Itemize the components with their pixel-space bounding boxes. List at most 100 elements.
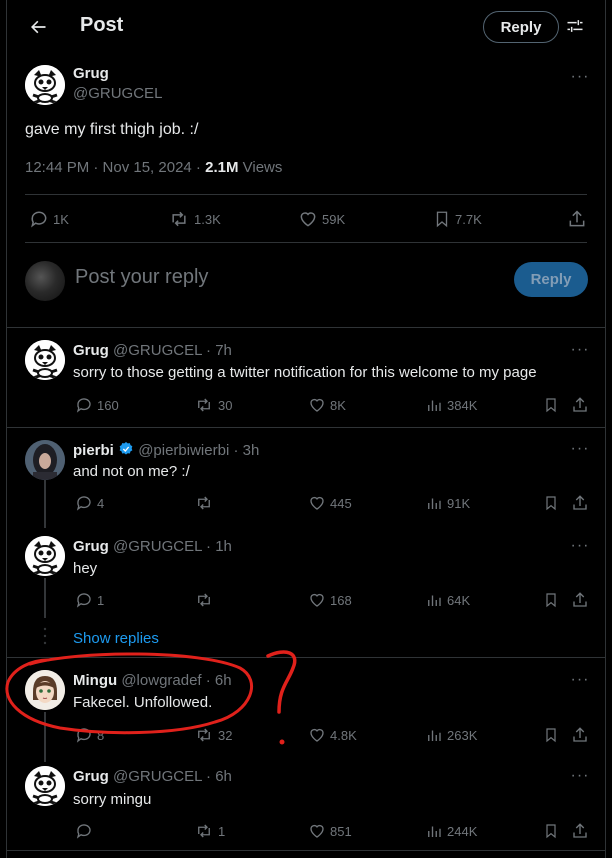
post-timestamp[interactable]: 12:44 PM · Nov 15, 2024 · xyxy=(25,159,205,176)
avatar[interactable] xyxy=(25,766,65,806)
author-name[interactable]: pierbi xyxy=(73,442,114,459)
views-action[interactable]: 384K xyxy=(425,396,477,414)
page-title: Post xyxy=(80,14,124,36)
author-meta: @GRUGCEL · 1h xyxy=(113,538,232,555)
reply-text: sorry to those getting a twitter notific… xyxy=(73,364,537,381)
thread-line xyxy=(44,578,46,618)
like-action[interactable]: 59K xyxy=(298,209,345,229)
bookmark-icon[interactable] xyxy=(543,591,559,609)
author-name[interactable]: Mingu xyxy=(73,672,117,689)
more-options-icon[interactable]: ··· xyxy=(570,538,590,560)
reply-header: Mingu @lowgradef · 6h xyxy=(73,672,232,689)
reply-header: Grug @GRUGCEL · 7h xyxy=(73,342,232,359)
avatar[interactable] xyxy=(25,65,65,105)
reply-action[interactable]: 4 xyxy=(75,494,104,512)
reply-text: and not on me? :/ xyxy=(73,463,190,480)
like-action[interactable]: 445 xyxy=(308,494,352,512)
share-icon[interactable] xyxy=(571,396,589,414)
bookmark-icon[interactable] xyxy=(543,494,559,512)
author-meta: @lowgradef · 6h xyxy=(121,672,232,689)
timeline-column: Post Reply Grug @GRUGCEL ··· gave my fir… xyxy=(6,0,606,858)
back-arrow-icon[interactable] xyxy=(25,14,51,40)
verified-badge-icon xyxy=(119,442,133,455)
thread-line xyxy=(44,480,46,528)
thread-dots xyxy=(43,627,47,645)
views-action[interactable]: 263K xyxy=(425,726,477,744)
repost-action[interactable]: 1 xyxy=(194,822,225,840)
reply-text: hey xyxy=(73,560,98,577)
heart-icon xyxy=(300,212,316,227)
reply-item[interactable]: pierbi @pierbiwierbi · 3h ··· and not on… xyxy=(7,428,605,524)
like-action[interactable]: 851 xyxy=(308,822,352,840)
reply-item[interactable]: Mingu @lowgradef · 6h ··· Fakecel. Unfol… xyxy=(7,658,605,754)
share-icon[interactable] xyxy=(571,822,589,840)
reply-composer-input[interactable]: Post your reply xyxy=(75,266,208,289)
share-icon[interactable] xyxy=(571,494,589,512)
repost-action[interactable] xyxy=(194,591,214,609)
views-count: 2.1M xyxy=(205,159,239,176)
author-handle[interactable]: @GRUGCEL xyxy=(73,85,162,102)
composer-avatar[interactable] xyxy=(25,261,65,301)
more-options-icon[interactable]: ··· xyxy=(570,342,590,364)
repost-icon xyxy=(172,211,186,227)
divider xyxy=(25,194,587,195)
post-text: gave my first thigh job. :/ xyxy=(25,121,199,138)
reply-text: sorry mingu xyxy=(73,791,152,808)
author-meta: @GRUGCEL · 7h xyxy=(113,342,232,359)
repost-action[interactable]: 1.3K xyxy=(168,209,221,229)
share-icon[interactable] xyxy=(567,209,587,229)
avatar[interactable] xyxy=(25,536,65,576)
author-name[interactable]: Grug xyxy=(73,65,109,82)
reply-action[interactable]: 8 xyxy=(75,726,104,744)
show-replies-link[interactable]: Show replies xyxy=(73,630,159,647)
repost-action[interactable]: 30 xyxy=(194,396,232,414)
reply-item[interactable]: Grug @GRUGCEL · 6h ··· sorry mingu 1 851… xyxy=(7,754,605,850)
author-meta: @pierbiwierbi · 3h xyxy=(138,442,260,459)
author-meta: @GRUGCEL · 6h xyxy=(113,768,232,785)
like-action[interactable]: 4.8K xyxy=(308,726,357,744)
avatar[interactable] xyxy=(25,440,65,480)
reply-header: pierbi @pierbiwierbi · 3h xyxy=(73,441,259,459)
reply-item[interactable]: Grug @GRUGCEL · 1h ··· hey 1 168 64K xyxy=(7,524,605,618)
reply-item[interactable]: Grug @GRUGCEL · 7h ··· sorry to those ge… xyxy=(7,328,605,427)
share-icon[interactable] xyxy=(571,726,589,744)
share-icon[interactable] xyxy=(571,591,589,609)
bookmark-icon[interactable] xyxy=(543,396,559,414)
author-name[interactable]: Grug xyxy=(73,342,109,359)
avatar[interactable] xyxy=(25,670,65,710)
reply-header: Grug @GRUGCEL · 1h xyxy=(73,538,232,555)
more-options-icon[interactable]: ··· xyxy=(570,768,590,790)
reply-header: Grug @GRUGCEL · 6h xyxy=(73,768,232,785)
reply-action[interactable]: 1K xyxy=(29,209,69,229)
page-header: Post Reply xyxy=(7,0,605,53)
adjust-settings-icon[interactable] xyxy=(563,14,587,38)
more-options-icon[interactable]: ··· xyxy=(570,69,590,91)
header-reply-button[interactable]: Reply xyxy=(483,11,559,43)
reply-action[interactable] xyxy=(75,822,93,840)
more-options-icon[interactable]: ··· xyxy=(570,441,590,463)
bookmark-action[interactable]: 7.7K xyxy=(433,209,482,229)
reply-action[interactable]: 160 xyxy=(75,396,119,414)
composer-reply-button[interactable]: Reply xyxy=(514,262,588,297)
views-action[interactable]: 244K xyxy=(425,822,477,840)
author-name[interactable]: Grug xyxy=(73,768,109,785)
divider xyxy=(25,242,587,243)
repost-action[interactable] xyxy=(194,494,214,512)
avatar[interactable] xyxy=(25,340,65,380)
reply-text: Fakecel. Unfollowed. xyxy=(73,694,213,711)
views-label: Views xyxy=(238,159,283,176)
like-action[interactable]: 8K xyxy=(308,396,346,414)
author-name[interactable]: Grug xyxy=(73,538,109,555)
reply-icon xyxy=(31,211,47,228)
bookmark-icon[interactable] xyxy=(543,726,559,744)
reply-action[interactable]: 1 xyxy=(75,591,104,609)
views-action[interactable]: 91K xyxy=(425,494,470,512)
divider xyxy=(7,850,605,851)
bookmark-icon xyxy=(436,211,448,228)
post-meta: 12:44 PM · Nov 15, 2024 · 2.1M Views xyxy=(25,159,282,176)
repost-action[interactable]: 32 xyxy=(194,726,232,744)
more-options-icon[interactable]: ··· xyxy=(570,672,590,694)
like-action[interactable]: 168 xyxy=(308,591,352,609)
views-action[interactable]: 64K xyxy=(425,591,470,609)
bookmark-icon[interactable] xyxy=(543,822,559,840)
